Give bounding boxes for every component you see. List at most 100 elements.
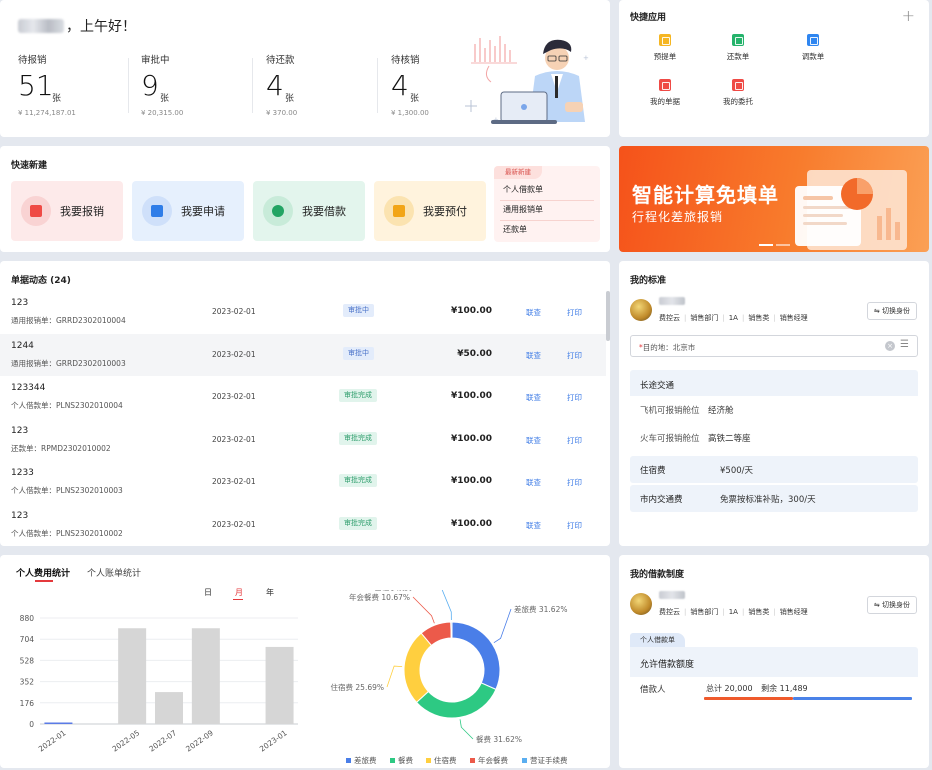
print-link[interactable]: 打印 [567, 307, 582, 318]
banner-illustration [795, 170, 907, 250]
print-link[interactable]: 打印 [567, 392, 582, 403]
print-link[interactable]: 打印 [567, 477, 582, 488]
legend-label: 住宿费 [434, 755, 457, 765]
loan-amounts: 总计 20,000 剩余 11,489 [706, 683, 808, 694]
app-my-documents[interactable]: 我的单据 [635, 79, 695, 107]
pie-slice [403, 632, 433, 704]
app-accrual[interactable]: 预提单 [635, 34, 695, 62]
doc-amount: ¥100.00 [451, 518, 492, 529]
doc-date: 2023-02-01 [212, 519, 256, 529]
stat-to-repay[interactable]: 待还款 4 张 ¥ 370.00 [266, 52, 386, 122]
expense-bar-chart: 01763525287048802022-01 2022-05 2022-07 202… [20, 614, 298, 754]
print-link[interactable]: 打印 [567, 435, 582, 446]
slice-label: 餐费 31.62% [476, 734, 522, 744]
tab-personal-bill[interactable]: 个人账单统计 [87, 566, 141, 579]
switch-identity-button[interactable]: ⇋ 切换身份 [866, 302, 917, 320]
period-month[interactable]: 月 [235, 587, 243, 598]
promo-banner[interactable]: 智能计算免填单 行程化差旅报销 [619, 146, 929, 252]
recent-item[interactable]: 还款单 [503, 224, 527, 235]
print-link[interactable]: 打印 [567, 350, 582, 361]
view-link[interactable]: 联查 [526, 392, 541, 403]
prepay-icon [384, 196, 414, 226]
recent-tag: 最新新建 [494, 166, 542, 179]
table-row[interactable]: 123 通用报销单：GRRD2302010004 2023-02-01 审批中 ¥100… [0, 291, 606, 333]
x-tick-label: 2022-01 [37, 728, 68, 753]
bar [191, 628, 220, 724]
doc-number: 还款单：RPMD2302010002 [11, 443, 111, 453]
clear-icon[interactable]: × [885, 341, 895, 351]
print-link[interactable]: 打印 [567, 520, 582, 531]
recent-item[interactable]: 通用报销单 [503, 204, 543, 215]
list-icon[interactable]: ☰ [900, 339, 909, 350]
slice-label: 差旅费 31.62% [514, 604, 567, 614]
create-prepayment-button[interactable]: 我要预付 [374, 181, 486, 241]
user-name-blurred [659, 591, 685, 601]
view-link[interactable]: 联查 [526, 307, 541, 318]
table-row[interactable]: 123 还款单：RPMD2302010002 2023-02-01 审批完成 ¥100.… [0, 419, 606, 461]
table-row[interactable]: 123 个人借款单：PLNS2302010002 2023-02-01 审批完成 ¥10… [0, 504, 606, 546]
create-loan-button[interactable]: 我要借款 [253, 181, 365, 241]
stat-in-approval[interactable]: 审批中 9 张 ¥ 20,315.00 [141, 52, 261, 122]
local-transport-section: 市内交通费 免票按标准补贴，300/天 [630, 485, 918, 512]
table-row[interactable]: 1244 通用报销单：GRRD2302010003 2023-02-01 审批中 ¥50… [0, 333, 606, 376]
app-repayment[interactable]: 还款单 [708, 34, 768, 62]
view-link[interactable]: 联查 [526, 477, 541, 488]
transport-section: 长途交通 飞机可报销舱位 经济舱 火车可报销舱位 高铁二等座 [630, 370, 918, 453]
doc-number: 个人借款单：PLNS2302010003 [11, 486, 123, 495]
destination-value: 目的地：北京市 [642, 343, 696, 352]
doc-date: 2023-02-01 [212, 349, 256, 359]
view-link[interactable]: 联查 [526, 520, 541, 531]
bar [44, 722, 73, 724]
my-standard-title: 我的标准 [630, 276, 667, 286]
doc-name: 123 [11, 425, 29, 436]
bar [265, 646, 294, 724]
destination-field[interactable]: *目的地：北京市 × ☰ [630, 335, 918, 357]
recent-item[interactable]: 个人借款单 [503, 184, 543, 195]
add-app-icon[interactable]: + [902, 6, 915, 25]
create-reimbursement-button[interactable]: 我要报销 [11, 181, 123, 241]
y-tick-label: 0 [29, 720, 34, 729]
recent-created-panel: 最新新建 个人借款单 通用报销单 还款单 [494, 166, 600, 242]
avatar [630, 593, 652, 615]
scrollbar[interactable] [606, 291, 610, 341]
app-label: 我的委托 [723, 97, 753, 106]
table-row[interactable]: 1233 个人借款单：PLNS2302010003 2023-02-01 审批完成 ¥1… [0, 461, 606, 503]
banner-subtitle: 行程化差旅报销 [632, 210, 724, 224]
application-icon [142, 196, 172, 226]
carousel-dots[interactable] [759, 244, 790, 246]
avatar [630, 299, 652, 321]
switch-identity-button[interactable]: ⇋ 切换身份 [866, 596, 917, 614]
period-year[interactable]: 年 [266, 587, 274, 598]
stat-unit: 张 [410, 94, 420, 104]
y-tick-label: 176 [20, 699, 35, 708]
doc-amount: ¥100.00 [451, 433, 492, 444]
stat-to-reimburse[interactable]: 待报销 51 张 ¥ 11,274,187.01 [18, 52, 138, 122]
quick-create-title: 快速新建 [11, 161, 48, 171]
doc-date: 2023-02-01 [212, 477, 256, 486]
create-application-button[interactable]: 我要申请 [132, 181, 244, 241]
view-link[interactable]: 联查 [526, 435, 541, 446]
office-worker-illustration: + + [465, 36, 589, 124]
train-class-value: 高铁二等座 [708, 434, 751, 444]
svg-text:+: + [583, 54, 589, 62]
tab-personal-expense[interactable]: 个人费用统计 [16, 566, 70, 579]
loan-icon [263, 196, 293, 226]
period-day[interactable]: 日 [204, 587, 212, 598]
pie-slice [450, 621, 453, 639]
app-transfer[interactable]: 调款单 [783, 34, 843, 62]
view-link[interactable]: 联查 [526, 350, 541, 361]
loan-quota-heading: 允许借款额度 [640, 660, 695, 670]
divider [377, 58, 378, 113]
lodging-value: ¥500/天 [720, 466, 753, 476]
app-label: 调款单 [801, 52, 825, 61]
loan-doc-tab[interactable]: 个人借款单 [630, 633, 685, 647]
loan-total: 总计 20,000 [706, 684, 753, 693]
doc-number: 个人借款单：PLNS2302010004 [11, 401, 123, 410]
document-feed-card: 单据动态 (24) 123 通用报销单：GRRD2302010004 2023-02… [0, 261, 610, 546]
doc-amount: ¥100.00 [451, 306, 492, 316]
legend-swatch [426, 758, 431, 763]
x-tick-label: 2022-05 [110, 728, 141, 753]
active-tab-indicator [35, 580, 53, 582]
table-row[interactable]: 123344 个人借款单：PLNS2302010004 2023-02-01 审批完成… [0, 376, 606, 418]
app-my-delegation[interactable]: 我的委托 [708, 79, 768, 107]
